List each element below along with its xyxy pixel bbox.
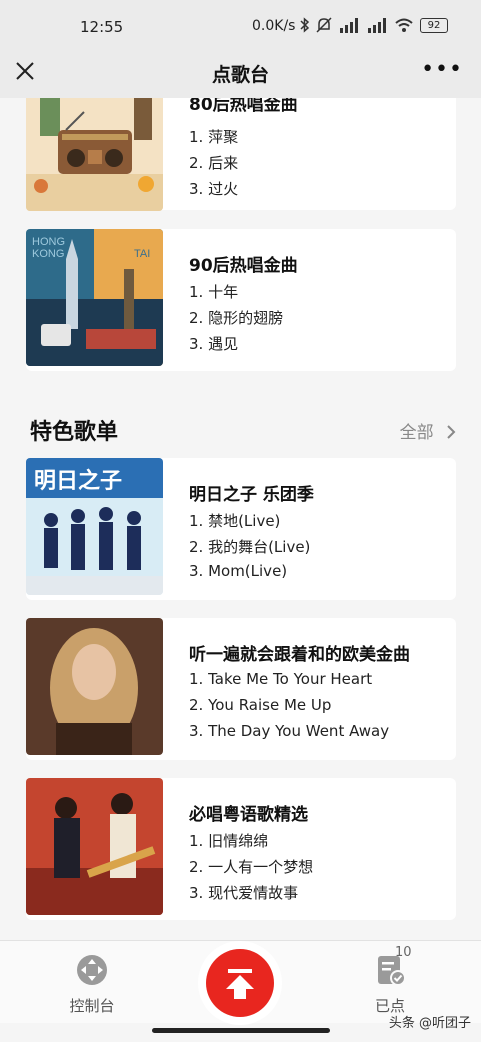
song-item: 2. You Raise Me Up bbox=[189, 696, 332, 714]
song-item: 1. 十年 bbox=[189, 283, 239, 301]
song-item: 1. 萍聚 bbox=[189, 128, 239, 146]
bluetooth-icon bbox=[300, 17, 310, 33]
tab-control-label: 控制台 bbox=[69, 997, 115, 1015]
playlist-card-feature-1[interactable]: 明日之子 明日之子 乐团季 1. 禁地(Live) 2. 我的舞台(Live) … bbox=[26, 458, 456, 600]
song-item: 3. 现代爱情故事 bbox=[189, 884, 299, 902]
song-item: 1. Take Me To Your Heart bbox=[189, 670, 373, 688]
song-item: 3. Mom(Live) bbox=[189, 562, 288, 580]
chevron-right-icon bbox=[447, 425, 456, 439]
wifi-icon bbox=[395, 18, 413, 32]
network-speed: 0.0K/s bbox=[252, 18, 296, 34]
control-icon bbox=[77, 955, 107, 985]
mute-icon bbox=[316, 17, 332, 33]
battery-icon: 92 bbox=[420, 17, 448, 33]
cover-image-band-silhouettes: 明日之子 bbox=[26, 458, 163, 595]
svg-text:明日之子: 明日之子 bbox=[34, 468, 122, 493]
svg-text:HONG: HONG bbox=[32, 236, 65, 248]
playlist-title: 明日之子 乐团季 bbox=[189, 485, 314, 505]
status-icons: 92 bbox=[300, 16, 448, 34]
song-item: 1. 禁地(Live) bbox=[189, 512, 281, 530]
playlist-card-feature-2[interactable]: 听一遍就会跟着和的欧美金曲 1. Take Me To Your Heart 2… bbox=[26, 618, 456, 760]
tab-control[interactable]: 控制台 bbox=[52, 953, 132, 1016]
playlist-title: 必唱粤语歌精选 bbox=[189, 805, 308, 825]
song-item: 2. 一人有一个梦想 bbox=[189, 858, 314, 876]
signal-icon bbox=[340, 18, 358, 33]
signal-icon-2 bbox=[368, 18, 386, 33]
tab-queued[interactable]: 已点 bbox=[350, 953, 430, 1016]
svg-text:TAI: TAI bbox=[134, 248, 150, 260]
upload-arrow-icon bbox=[226, 969, 254, 999]
see-all-button[interactable]: 全部 bbox=[400, 418, 457, 443]
home-indicator[interactable] bbox=[152, 1028, 330, 1033]
svg-text:KONG: KONG bbox=[32, 248, 64, 260]
move-to-top-button[interactable] bbox=[206, 949, 274, 1017]
more-options-icon[interactable]: ••• bbox=[421, 59, 463, 81]
cover-image-retro-radio bbox=[26, 98, 163, 211]
queue-list-icon bbox=[378, 956, 406, 986]
page-title: 点歌台 bbox=[211, 64, 269, 86]
song-item: 3. The Day You Went Away bbox=[189, 722, 390, 740]
section-title: 特色歌单 bbox=[30, 420, 119, 445]
song-item: 3. 过火 bbox=[189, 180, 239, 198]
status-time: 12:55 bbox=[80, 18, 124, 36]
playlist-title: 听一遍就会跟着和的欧美金曲 bbox=[189, 645, 410, 665]
song-item: 1. 旧情绵绵 bbox=[189, 832, 269, 850]
see-all-label: 全部 bbox=[399, 423, 434, 443]
nav-bar: 点歌台 ••• bbox=[0, 52, 481, 98]
playlist-card-80s[interactable]: 80后热唱金曲 1. 萍聚 2. 后来 3. 过火 bbox=[26, 98, 456, 211]
bottom-bar: 控制台 10 已点 bbox=[0, 940, 481, 1023]
scroll-content[interactable]: 80后热唱金曲 1. 萍聚 2. 后来 3. 过火 HONG KONG TAI … bbox=[0, 98, 481, 941]
playlist-title: 90后热唱金曲 bbox=[189, 256, 298, 276]
song-item: 2. 我的舞台(Live) bbox=[189, 538, 311, 556]
song-item: 3. 遇见 bbox=[189, 335, 239, 353]
watermark: 头条 @听团子 bbox=[388, 1016, 471, 1031]
cover-image-guitarists bbox=[26, 778, 163, 915]
cover-image-city-skyline: HONG KONG TAI bbox=[26, 229, 163, 366]
cover-image-singer-portrait bbox=[26, 618, 163, 755]
playlist-card-90s[interactable]: HONG KONG TAI 90后热唱金曲 1. 十年 2. 隐形的翅膀 3. … bbox=[26, 229, 456, 371]
song-item: 2. 后来 bbox=[189, 154, 239, 172]
status-bar: 12:55 0.0K/s 92 bbox=[0, 0, 481, 52]
playlist-card-feature-3[interactable]: 必唱粤语歌精选 1. 旧情绵绵 2. 一人有一个梦想 3. 现代爱情故事 bbox=[26, 778, 456, 920]
playlist-title: 80后热唱金曲 bbox=[189, 98, 298, 115]
song-item: 2. 隐形的翅膀 bbox=[189, 309, 284, 327]
